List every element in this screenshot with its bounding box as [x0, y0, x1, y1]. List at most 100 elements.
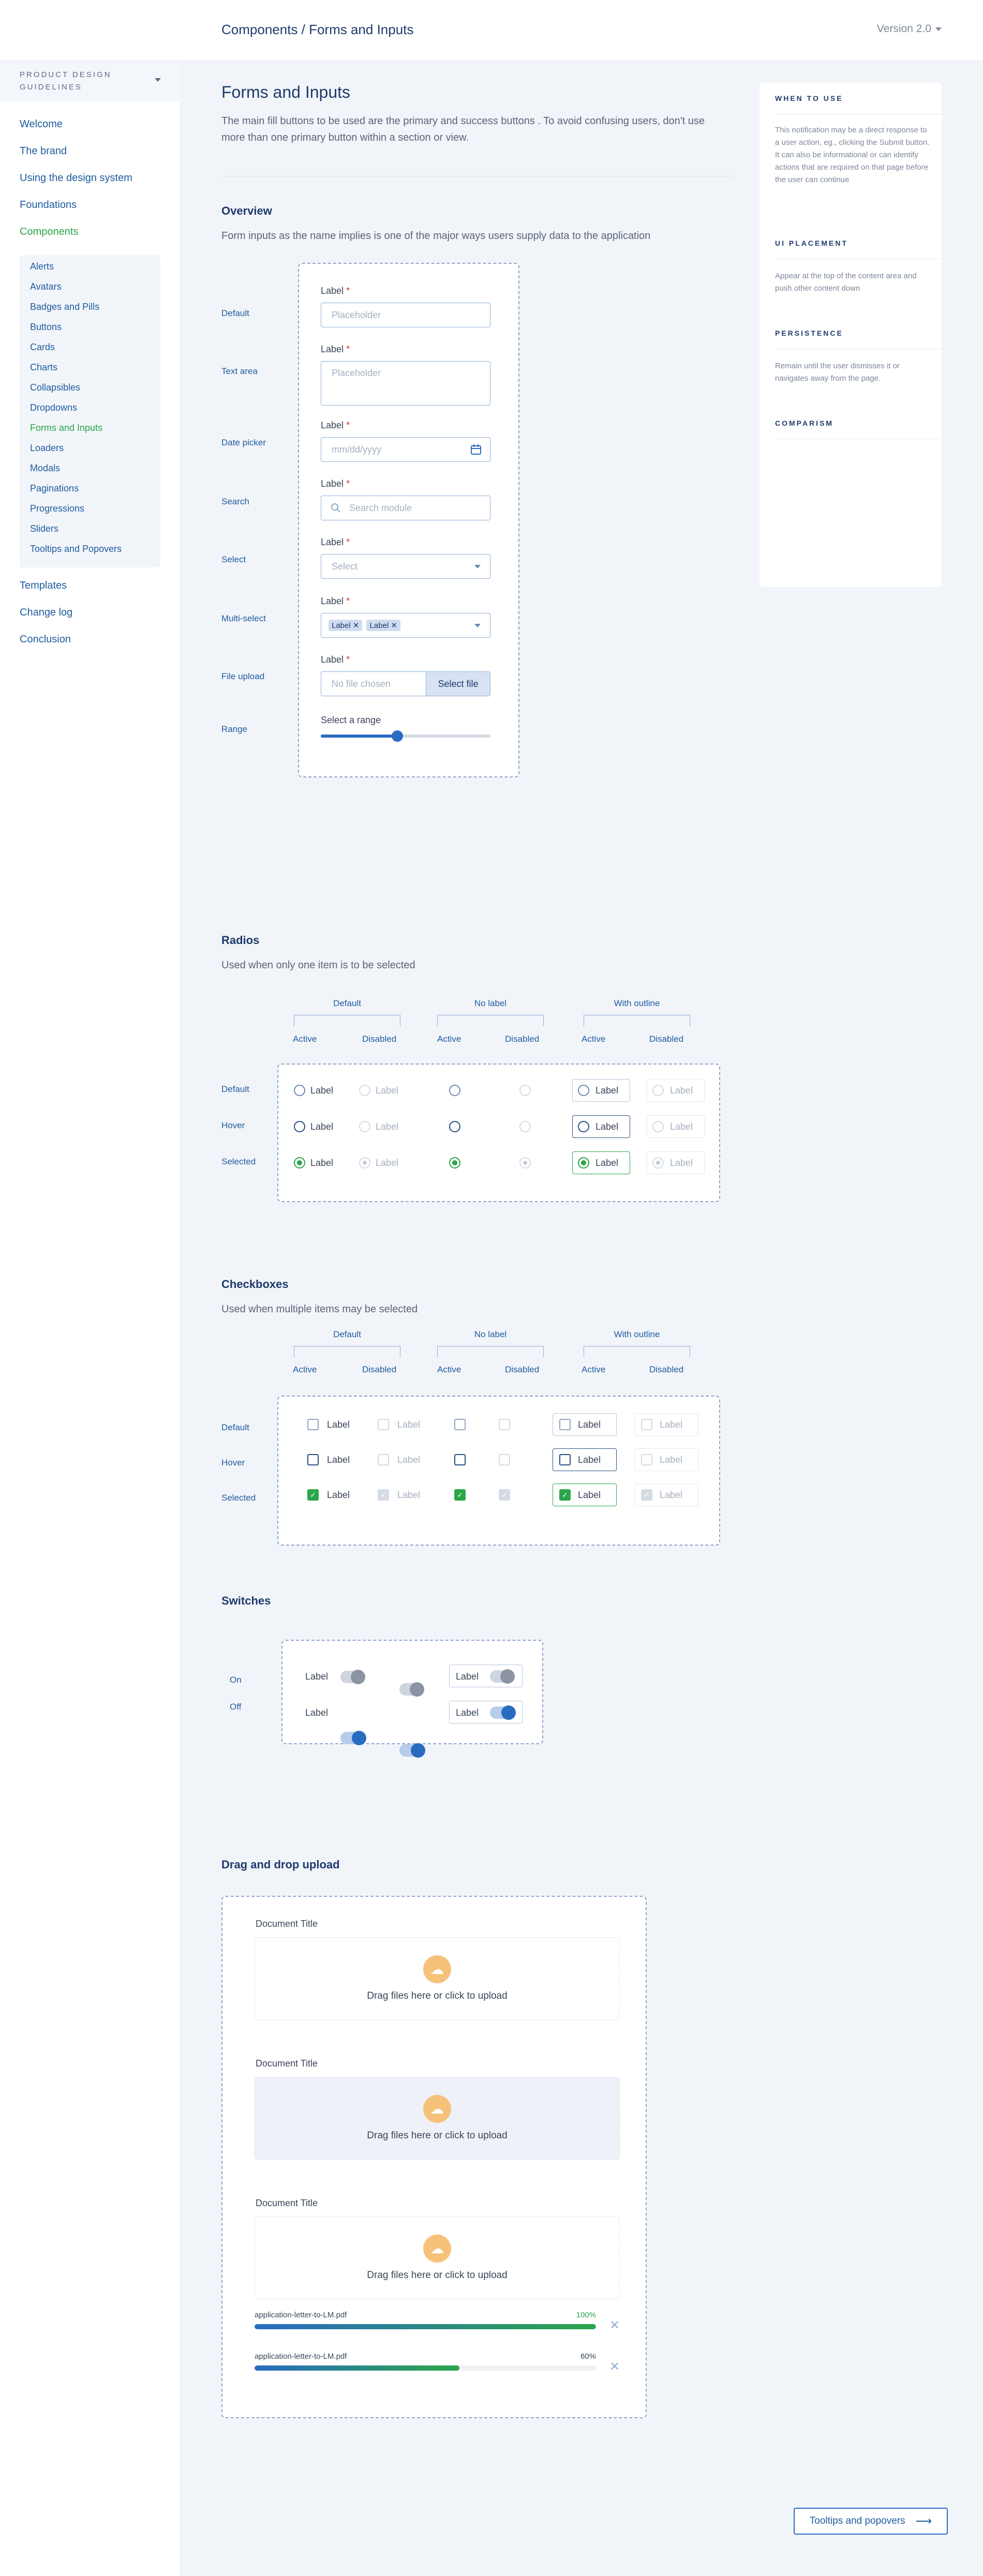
radio-outline-selected[interactable]: Label: [572, 1151, 630, 1174]
radio-selected[interactable]: [294, 1157, 305, 1169]
ui-placement-heading: UI PLACEMENT: [775, 239, 848, 247]
date-picker-input[interactable]: mm/dd/yyyy: [321, 437, 490, 462]
sidebar-subitem-forms[interactable]: Forms and Inputs: [30, 423, 102, 433]
radio-label: Label: [376, 1121, 399, 1132]
dropzone[interactable]: ☁ Drag files here or click to upload: [255, 1937, 620, 2020]
select-input[interactable]: Select: [321, 554, 490, 579]
checkbox-label: Label: [327, 1419, 350, 1430]
checkbox-disabled: [378, 1454, 389, 1465]
sidebar-subitem-paginations[interactable]: Paginations: [30, 483, 79, 494]
sidebar-subitem-progressions[interactable]: Progressions: [30, 503, 84, 514]
sidebar-item-components[interactable]: Components: [20, 226, 78, 238]
subcol-disabled: Disabled: [505, 1034, 540, 1044]
sidebar-item-welcome[interactable]: Welcome: [20, 118, 63, 130]
row-label-range: Range: [221, 724, 248, 734]
checkbox-hover[interactable]: [307, 1454, 319, 1465]
switch-toggle[interactable]: [340, 1670, 365, 1684]
version-selector[interactable]: Version 2.0: [877, 23, 942, 35]
sidebar-item-foundations[interactable]: Foundations: [20, 199, 77, 211]
sidebar-subitem-sliders[interactable]: Sliders: [30, 523, 58, 534]
radio-outline-disabled: Label: [647, 1115, 705, 1138]
radio-default[interactable]: [294, 1085, 305, 1096]
field-label: Label *: [321, 420, 350, 431]
checkbox-outline-disabled: Label: [634, 1413, 698, 1436]
sidebar-item-templates[interactable]: Templates: [20, 580, 67, 592]
close-icon[interactable]: ✕: [391, 621, 397, 630]
checkbox-selected[interactable]: ✓: [559, 1489, 571, 1501]
input-placeholder: Placeholder: [332, 309, 381, 320]
dropzone[interactable]: ☁ Drag files here or click to upload: [255, 2216, 620, 2299]
switch-toggle-on[interactable]: [490, 1705, 516, 1720]
radio-outline-default[interactable]: Label: [572, 1079, 630, 1102]
radio-default-nolabel[interactable]: [449, 1085, 460, 1096]
default-input[interactable]: Placeholder: [321, 303, 490, 327]
next-page-button[interactable]: Tooltips and popovers ⟶: [794, 2508, 948, 2535]
switch-toggle-on[interactable]: [340, 1731, 366, 1745]
sidebar-subitem-avatars[interactable]: Avatars: [30, 281, 62, 292]
switch-outline[interactable]: Label: [449, 1665, 523, 1687]
range-thumb[interactable]: [391, 730, 403, 742]
checkboxes-showcase: Label Label Label Label Label Label Labe…: [277, 1396, 720, 1546]
radio-hover[interactable]: [294, 1121, 305, 1132]
range-fill: [321, 735, 397, 738]
sidebar-item-brand[interactable]: The brand: [20, 145, 67, 157]
check-icon: ✓: [310, 1490, 316, 1499]
checkbox-hover[interactable]: [559, 1454, 571, 1465]
sidebar-subitem-cards[interactable]: Cards: [30, 342, 55, 353]
sidebar-subitem-charts[interactable]: Charts: [30, 362, 57, 373]
range-track[interactable]: [321, 730, 490, 742]
sidebar-subitem-tooltips[interactable]: Tooltips and Popovers: [30, 544, 122, 555]
radio-disabled-nolabel: [519, 1085, 531, 1096]
radio-selected-nolabel[interactable]: [449, 1157, 460, 1169]
field-label-text: Label: [321, 420, 344, 430]
radio-disabled: [359, 1121, 370, 1132]
close-icon[interactable]: ✕: [609, 2318, 620, 2333]
sidebar-subitem-modals[interactable]: Modals: [30, 463, 60, 474]
radio-selected[interactable]: [578, 1157, 589, 1169]
dropzone-hover[interactable]: ☁ Drag files here or click to upload: [255, 2077, 620, 2160]
close-icon[interactable]: ✕: [609, 2359, 620, 2374]
radio-default[interactable]: [578, 1085, 589, 1096]
checkbox-outline-hover[interactable]: Label: [553, 1448, 617, 1471]
tag-label: Label: [369, 621, 389, 630]
checkbox-label: Label: [578, 1490, 601, 1500]
search-input[interactable]: Search module: [321, 496, 490, 520]
switch-toggle-on-nolabel[interactable]: [399, 1743, 425, 1758]
checkbox-label: Label: [660, 1455, 683, 1465]
radios-heading: Radios: [221, 934, 260, 947]
field-label: Label *: [321, 286, 350, 296]
tag-chip[interactable]: Label ✕: [329, 620, 363, 631]
checkbox-outline-selected[interactable]: ✓ Label: [553, 1484, 617, 1506]
sidebar-subitem-badges[interactable]: Badges and Pills: [30, 302, 99, 312]
switch-outline-on[interactable]: Label: [449, 1701, 523, 1724]
checkbox-hover-nolabel[interactable]: [454, 1454, 466, 1465]
sidebar-item-conclusion[interactable]: Conclusion: [20, 634, 71, 646]
checkbox-default[interactable]: [559, 1419, 571, 1430]
checkbox-disabled: [641, 1454, 652, 1465]
switch-toggle[interactable]: [490, 1669, 515, 1684]
switch-toggle-nolabel[interactable]: [399, 1682, 424, 1697]
select-file-button[interactable]: Select file: [426, 672, 490, 696]
radio-hover[interactable]: [578, 1121, 589, 1132]
textarea-input[interactable]: Placeholder: [321, 361, 490, 406]
checkbox-outline-default[interactable]: Label: [553, 1413, 617, 1436]
sidebar-item-changelog[interactable]: Change log: [20, 607, 72, 619]
sidebar-subitem-collapsibles[interactable]: Collapsibles: [30, 382, 80, 393]
sidebar-item-design-system[interactable]: Using the design system: [20, 172, 132, 184]
calendar-icon[interactable]: [470, 444, 482, 455]
checkbox-default-nolabel[interactable]: [454, 1419, 466, 1430]
multiselect-input[interactable]: Label ✕ Label ✕: [321, 613, 490, 638]
sidebar-subitem-buttons[interactable]: Buttons: [30, 322, 62, 333]
radio-outline-hover[interactable]: Label: [572, 1115, 630, 1138]
tag-chip[interactable]: Label ✕: [366, 620, 400, 631]
sidebar-header[interactable]: PRODUCT DESIGN GUIDELINES: [0, 61, 181, 101]
checkbox-selected[interactable]: ✓: [307, 1489, 319, 1501]
sidebar-subitem-loaders[interactable]: Loaders: [30, 443, 64, 454]
close-icon[interactable]: ✕: [353, 621, 360, 630]
radio-hover-nolabel[interactable]: [449, 1121, 460, 1132]
checkbox-default[interactable]: [307, 1419, 319, 1430]
sidebar-subitem-alerts[interactable]: Alerts: [30, 261, 54, 272]
file-upload-input[interactable]: No file chosen Select file: [321, 671, 490, 696]
checkbox-selected-nolabel[interactable]: ✓: [454, 1489, 466, 1501]
sidebar-subitem-dropdowns[interactable]: Dropdowns: [30, 402, 77, 413]
